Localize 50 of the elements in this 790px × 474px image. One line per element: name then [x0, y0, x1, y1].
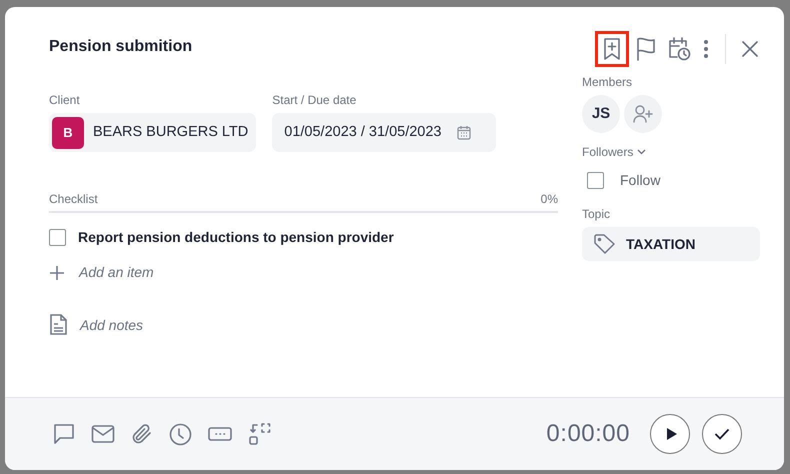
add-item-link[interactable]: Add an item	[79, 262, 154, 283]
calendar-clock-button[interactable]	[666, 35, 693, 63]
follow-label: Follow	[620, 171, 660, 190]
topic-selector[interactable]: TAXATION	[582, 227, 760, 261]
add-member-button[interactable]	[624, 95, 662, 133]
ellipsis-box-icon[interactable]	[208, 426, 232, 442]
date-range: 01/05/2023 / 31/05/2023	[284, 122, 442, 142]
paperclip-icon[interactable]	[131, 422, 153, 446]
section-label: Checklist	[49, 191, 98, 208]
add-person-icon	[633, 105, 653, 123]
member-avatar[interactable]: JS	[582, 95, 620, 133]
section-label: Members	[582, 74, 634, 91]
followers-dropdown[interactable]: Followers	[582, 143, 634, 161]
play-icon	[666, 427, 678, 441]
close-button[interactable]	[740, 39, 760, 59]
client-selector[interactable]: B BEARS BURGERS LTD	[49, 113, 256, 152]
checkmark-button[interactable]	[702, 414, 742, 454]
close-icon	[742, 41, 758, 57]
client-name: BEARS BURGERS LTD	[93, 122, 248, 142]
task-title[interactable]: Pension submition	[49, 35, 558, 59]
tag-icon	[594, 234, 616, 254]
client-avatar: B	[52, 116, 84, 148]
bookmark-plus-button[interactable]	[598, 34, 626, 64]
topic-name: TAXATION	[626, 234, 696, 254]
more-vertical-icon	[703, 39, 709, 59]
calendar-icon[interactable]	[457, 125, 472, 140]
convert-icon[interactable]	[248, 422, 272, 446]
timer-display: 0:00:00	[546, 419, 630, 449]
flag-icon	[636, 37, 656, 61]
play-button[interactable]	[650, 414, 690, 454]
completion-percent: 0%	[540, 191, 558, 208]
plus-icon[interactable]	[49, 264, 65, 280]
field-label: Client	[49, 92, 81, 109]
checkbox[interactable]	[49, 229, 66, 246]
document-icon	[49, 314, 68, 336]
checkbox[interactable]	[587, 172, 604, 189]
chevron-down-icon[interactable]	[637, 149, 646, 155]
checkmark-icon	[714, 428, 730, 440]
checklist-item-text: Report pension deductions to pension provider	[78, 228, 394, 247]
more-vertical-button[interactable]	[701, 37, 711, 61]
section-label: Topic	[582, 206, 612, 223]
add-notes-link[interactable]: Add notes	[80, 314, 144, 336]
field-label: Start / Due date	[272, 92, 358, 109]
clock-icon[interactable]	[169, 422, 192, 446]
flag-button[interactable]	[634, 35, 658, 63]
date-range-field[interactable]: 01/05/2023 / 31/05/2023	[272, 113, 496, 152]
speech-bubble-icon[interactable]	[53, 423, 75, 445]
calendar-clock-icon	[668, 37, 691, 61]
mail-icon[interactable]	[91, 424, 115, 444]
bookmark-plus-icon	[603, 38, 621, 60]
